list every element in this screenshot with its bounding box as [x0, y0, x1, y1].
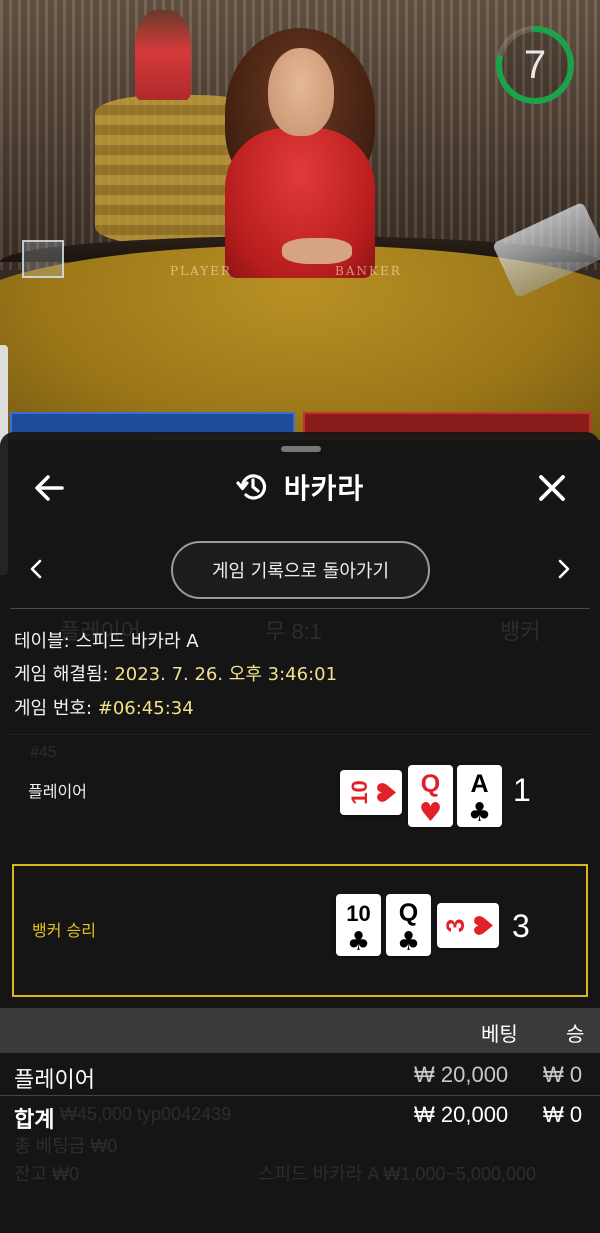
felt-banker-label: BANKER — [335, 264, 402, 278]
resolved-info: 게임 해결됨: 2023. 7. 26. 오후 3:46:01 — [14, 660, 337, 686]
previous-game-button[interactable] — [22, 554, 52, 584]
bets-row-win: ₩ 0 — [543, 1062, 583, 1087]
svg-text:10: 10 — [347, 780, 372, 804]
section-divider — [10, 608, 590, 609]
bets-col-win: 승 — [566, 1024, 585, 1046]
bets-row-total: 합계 ₩ 20,000 ₩ 0 — [0, 1096, 600, 1136]
ghost-balance-2: 잔고 ₩0 — [14, 1164, 80, 1184]
ghost-tab-tie: 무 8:1 — [265, 619, 322, 644]
bets-table-header: 베팅 승 — [0, 1008, 600, 1053]
sheet-header: 바카라 — [0, 462, 600, 512]
svg-text:♣: ♣ — [397, 927, 420, 956]
dealer-face — [268, 48, 334, 136]
close-button[interactable] — [532, 468, 572, 508]
felt-player-label: PLAYER — [170, 264, 232, 278]
svg-text:10: 10 — [346, 901, 370, 926]
player-card-3: A ♣ — [457, 765, 502, 827]
resolved-info-label: 게임 해결됨: — [14, 664, 115, 685]
bets-total-label: 합계 — [14, 1107, 55, 1132]
svg-text:Q: Q — [399, 899, 418, 927]
banker-win-label: 뱅커 승리 — [32, 921, 96, 940]
bets-col-bet: 베팅 — [481, 1024, 518, 1046]
table-info-value: 스피드 바카라 A — [75, 631, 199, 652]
background-dealer — [135, 10, 191, 100]
svg-text:♥: ♥ — [419, 798, 442, 827]
discard-tray — [22, 240, 64, 278]
player-hand-label: 플레이어 — [28, 782, 87, 801]
bets-row-player: 플레이어 ₩ 20,000 ₩ 0 — [0, 1056, 600, 1096]
svg-text:♥: ♥ — [470, 914, 499, 937]
player-card-1: 10 ♥ — [340, 770, 402, 815]
history-icon — [236, 474, 266, 500]
player-hand-row: 플레이어 10 ♥ Q ♥ A ♣ 1 — [10, 754, 590, 834]
sheet-grabber[interactable] — [281, 446, 321, 452]
countdown-number: 7 — [523, 43, 547, 87]
game-number-label: 게임 번호: — [14, 698, 98, 719]
table-info: 테이블: 스피드 바카라 A — [14, 627, 199, 653]
game-number-value: #06:45:34 — [97, 698, 194, 719]
bets-total-win: ₩ 0 — [543, 1102, 583, 1127]
sheet-title-group: 바카라 — [0, 462, 600, 512]
sheet-title: 바카라 — [283, 472, 365, 505]
countdown-timer: 7 — [494, 24, 576, 106]
svg-text:3: 3 — [442, 919, 470, 933]
chevron-left-icon — [30, 559, 42, 579]
bets-row-bet: ₩ 20,000 — [414, 1062, 509, 1087]
next-game-button[interactable] — [548, 554, 578, 584]
back-to-history-button[interactable]: 게임 기록으로 돌아가기 — [171, 541, 430, 599]
banker-hand-row: 뱅커 승리 10 ♣ Q ♣ 3 ♥ 3 — [12, 864, 588, 997]
player-score: 1 — [513, 772, 531, 808]
svg-text:♣: ♣ — [347, 927, 370, 956]
bets-total-bet: ₩ 20,000 — [414, 1102, 509, 1127]
ghost-limits: 스피드 바카라 A ₩1,000~5,000,000 — [258, 1164, 536, 1184]
close-icon — [539, 475, 565, 501]
bets-row-label: 플레이어 — [14, 1067, 95, 1092]
chevron-right-icon — [558, 559, 570, 579]
svg-text:A: A — [470, 770, 488, 798]
svg-text:Q: Q — [421, 770, 440, 798]
svg-text:♥: ♥ — [373, 781, 402, 804]
banker-card-1: 10 ♣ — [336, 894, 381, 956]
banker-card-3: 3 ♥ — [437, 903, 499, 948]
game-number-info: 게임 번호: #06:45:34 — [14, 694, 194, 720]
table-info-label: 테이블: — [14, 631, 76, 652]
dealer-hands — [282, 238, 352, 264]
banker-score: 3 — [512, 908, 530, 944]
resolved-info-value: 2023. 7. 26. 오후 3:46:01 — [114, 664, 338, 685]
ghost-tab-banker: 뱅커 — [500, 619, 541, 644]
player-card-2: Q ♥ — [408, 765, 453, 827]
history-nav: 게임 기록으로 돌아가기 — [0, 540, 600, 600]
banker-card-2: Q ♣ — [386, 894, 431, 956]
game-history-sheet: 플레이어 무 8:1 뱅커 #45 ₩45,000 typ0042439 총 베… — [0, 432, 600, 1233]
svg-text:♣: ♣ — [468, 798, 491, 827]
